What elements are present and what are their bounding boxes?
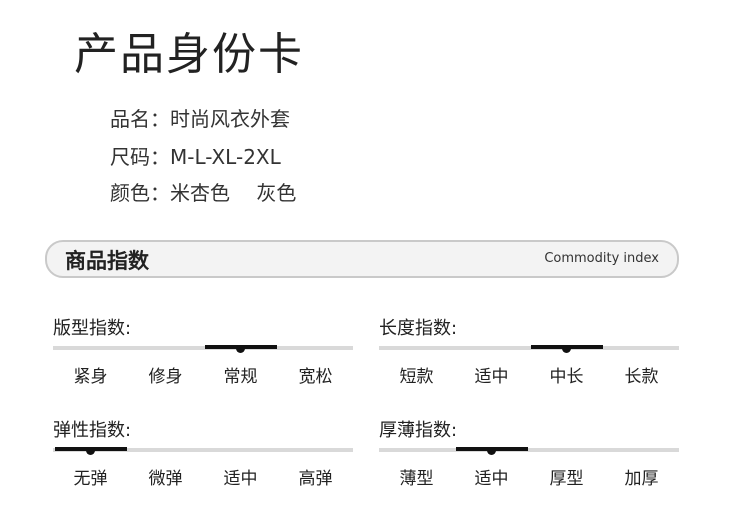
index-length: 长度指数: 短款 适中 中长 长款 [379, 314, 679, 387]
index-fit: 版型指数: 紧身 修身 常规 宽松 [53, 314, 353, 387]
index-option: 中长 [549, 367, 584, 387]
index-label: 版型指数: [53, 318, 132, 339]
index-option: 微弹 [148, 469, 183, 489]
index-option: 紧身 [73, 367, 108, 387]
index-option: 薄型 [399, 469, 434, 489]
index-marker [531, 345, 603, 353]
index-option: 修身 [148, 367, 183, 387]
info-name: 品名：时尚风衣外套 [110, 103, 290, 132]
index-label: 厚薄指数: [379, 420, 458, 441]
index-bar [53, 345, 353, 353]
section-banner: 商品指数 Commodity index [45, 240, 679, 278]
info-size: 尺码：M-L-XL-2XL [110, 141, 281, 170]
index-label: 弹性指数: [53, 420, 132, 441]
info-value: 时尚风衣外套 [170, 107, 290, 131]
index-thickness: 厚薄指数: 薄型 适中 厚型 加厚 [379, 416, 679, 489]
info-label: 尺码： [110, 145, 170, 169]
index-marker [55, 447, 127, 455]
info-label: 颜色： [110, 181, 170, 205]
index-option: 适中 [223, 469, 258, 489]
info-value: 米杏色 灰色 [170, 181, 297, 205]
index-label: 长度指数: [379, 318, 458, 339]
info-label: 品名： [110, 107, 170, 131]
index-bar [379, 345, 679, 353]
index-bar [379, 447, 679, 455]
index-option: 厚型 [549, 469, 584, 489]
info-color: 颜色：米杏色 灰色 [110, 177, 296, 206]
index-option: 无弹 [73, 469, 108, 489]
index-marker [456, 447, 528, 455]
info-value: M-L-XL-2XL [170, 145, 281, 169]
index-option: 短款 [399, 367, 434, 387]
page-title: 产品身份卡 [74, 29, 304, 80]
banner-title: 商品指数 [65, 249, 149, 273]
index-elasticity: 弹性指数: 无弹 微弹 适中 高弹 [53, 416, 353, 489]
index-option: 适中 [474, 367, 509, 387]
index-option: 加厚 [624, 469, 659, 489]
index-option: 适中 [474, 469, 509, 489]
index-bar [53, 447, 353, 455]
index-option: 宽松 [298, 367, 333, 387]
index-marker [205, 345, 277, 353]
index-option: 长款 [624, 367, 659, 387]
index-option: 常规 [223, 367, 258, 387]
banner-subtitle: Commodity index [544, 251, 659, 266]
index-option: 高弹 [298, 469, 333, 489]
